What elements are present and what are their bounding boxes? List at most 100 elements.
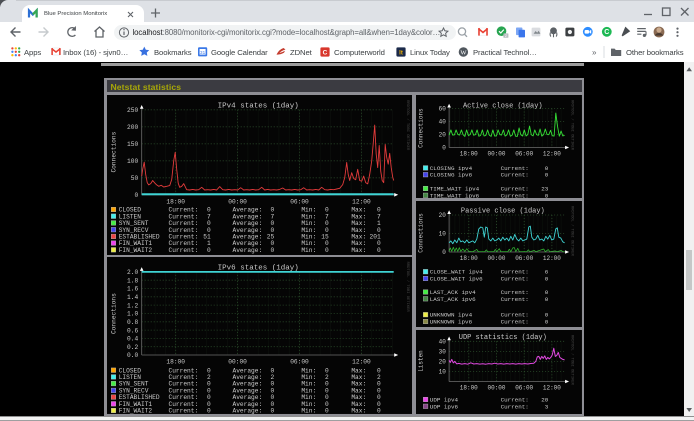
svg-text:1.4: 1.4 (127, 294, 138, 301)
svg-text:Listen: Listen (417, 350, 424, 372)
svg-text:40: 40 (439, 338, 447, 345)
svg-text:W: W (460, 50, 467, 57)
svg-text:Current:: Current: (168, 247, 198, 254)
svg-text:RRDTOOL / TOBI OETIKER: RRDTOOL / TOBI OETIKER (569, 100, 574, 151)
svg-text:1.2: 1.2 (127, 303, 138, 310)
svg-text:FIN_WAIT2: FIN_WAIT2 (118, 408, 152, 414)
svg-text:18:00: 18:00 (460, 150, 478, 157)
svg-text:100: 100 (127, 158, 138, 165)
svg-text:0: 0 (325, 408, 329, 414)
svg-text:0: 0 (545, 318, 549, 325)
svg-text:0: 0 (207, 247, 211, 254)
svg-text:200: 200 (127, 124, 138, 131)
svg-text:Connections: Connections (417, 108, 424, 148)
svg-text:FIN_WAIT2: FIN_WAIT2 (118, 247, 152, 254)
svg-text:18:00: 18:00 (166, 199, 185, 206)
svg-text:18:00: 18:00 (166, 359, 185, 366)
svg-text:12:00: 12:00 (543, 150, 561, 157)
svg-text:0.4: 0.4 (127, 336, 138, 343)
svg-text:2: 2 (505, 34, 507, 38)
svg-text:10: 10 (439, 369, 447, 376)
svg-text:CLOSING ipv6: CLOSING ipv6 (430, 172, 473, 179)
svg-text:0.8: 0.8 (127, 319, 138, 326)
svg-text:Max:: Max: (351, 247, 366, 254)
svg-text:2.0: 2.0 (127, 269, 138, 276)
svg-text:0: 0 (325, 247, 329, 254)
svg-text:10: 10 (439, 231, 447, 238)
svg-text:0: 0 (545, 192, 549, 198)
svg-text:0.2: 0.2 (127, 344, 138, 351)
svg-text:Current:: Current: (501, 192, 529, 198)
svg-text:Passive close (1day): Passive close (1day) (461, 208, 545, 216)
svg-text:IPv4 states (1day): IPv4 states (1day) (217, 102, 298, 110)
svg-text:12:00: 12:00 (352, 359, 371, 366)
svg-text:00:00: 00:00 (488, 255, 506, 262)
svg-text:250: 250 (127, 107, 138, 114)
svg-text:RRDTOOL / TOBI OETIKER: RRDTOOL / TOBI OETIKER (569, 335, 574, 386)
svg-text:CLOSE_WAIT ipv6: CLOSE_WAIT ipv6 (430, 275, 483, 282)
svg-text:Current:: Current: (501, 275, 529, 282)
svg-text:0: 0 (442, 145, 446, 152)
svg-text:150: 150 (127, 141, 138, 148)
svg-text:Current:: Current: (501, 403, 529, 410)
svg-text:0: 0 (442, 249, 446, 256)
svg-text:1.6: 1.6 (127, 286, 138, 293)
svg-text:Average:: Average: (232, 247, 262, 254)
svg-text:0: 0 (545, 296, 549, 303)
svg-text:Average:: Average: (232, 408, 262, 414)
svg-text:Connections: Connections (110, 131, 117, 172)
svg-text:0: 0 (545, 275, 549, 282)
svg-text:20: 20 (439, 359, 447, 366)
svg-text:00:00: 00:00 (228, 359, 247, 366)
svg-text:Min:: Min: (301, 247, 316, 254)
svg-text:3: 3 (545, 403, 549, 410)
svg-text:RRDTOOL / TOBI OETIKER: RRDTOOL / TOBI OETIKER (405, 262, 410, 313)
svg-text:TIME_WAIT ipv6: TIME_WAIT ipv6 (430, 192, 480, 198)
svg-text:0: 0 (270, 408, 274, 414)
svg-text:20: 20 (439, 132, 447, 139)
svg-text:60: 60 (439, 106, 447, 113)
svg-text:1.0: 1.0 (127, 311, 138, 318)
svg-text:12:00: 12:00 (352, 199, 371, 206)
svg-text:06:00: 06:00 (290, 199, 309, 206)
svg-text:40: 40 (439, 119, 447, 126)
svg-text:Connections: Connections (417, 213, 424, 253)
svg-text:0: 0 (270, 247, 274, 254)
svg-text:UNKNOWN ipv6: UNKNOWN ipv6 (430, 318, 473, 325)
svg-text:06:00: 06:00 (515, 255, 533, 262)
svg-text:00:00: 00:00 (228, 199, 247, 206)
svg-text:20: 20 (439, 212, 447, 219)
svg-text:Current:: Current: (501, 296, 529, 303)
svg-text:0: 0 (207, 408, 211, 414)
svg-text:Current:: Current: (501, 318, 529, 325)
svg-text:0.0: 0.0 (127, 353, 138, 360)
svg-text:0: 0 (545, 172, 549, 179)
svg-text:RRDTOOL / TOBI OETIKER: RRDTOOL / TOBI OETIKER (569, 206, 574, 257)
svg-text:Max:: Max: (351, 408, 366, 414)
svg-text:C: C (604, 29, 609, 36)
svg-text:00:00: 00:00 (488, 384, 506, 391)
svg-text:31: 31 (200, 50, 206, 55)
svg-text:0.6: 0.6 (127, 328, 138, 335)
svg-text:30: 30 (439, 349, 447, 356)
svg-text:06:00: 06:00 (515, 384, 533, 391)
svg-text:Connections: Connections (110, 293, 117, 334)
svg-text:»: » (592, 48, 597, 57)
svg-text:RRDTOOL / TOBI OETIKER: RRDTOOL / TOBI OETIKER (405, 100, 410, 151)
svg-text:18:00: 18:00 (460, 384, 478, 391)
svg-text:0: 0 (377, 408, 381, 414)
svg-text:00:00: 00:00 (488, 150, 506, 157)
svg-text:Current:: Current: (168, 408, 198, 414)
svg-text:12:00: 12:00 (543, 384, 561, 391)
svg-text:Min:: Min: (301, 408, 316, 414)
svg-text:0: 0 (377, 247, 381, 254)
svg-text:06:00: 06:00 (515, 150, 533, 157)
svg-text:1.8: 1.8 (127, 278, 138, 285)
svg-text:C: C (323, 50, 328, 57)
svg-text:12:00: 12:00 (543, 255, 561, 262)
svg-text:UDP ipv6: UDP ipv6 (430, 403, 459, 410)
svg-text:LAST_ACK ipv6: LAST_ACK ipv6 (430, 296, 476, 303)
svg-text:18:00: 18:00 (460, 255, 478, 262)
svg-text:50: 50 (131, 175, 139, 182)
svg-text:Active close (1day): Active close (1day) (463, 103, 543, 111)
